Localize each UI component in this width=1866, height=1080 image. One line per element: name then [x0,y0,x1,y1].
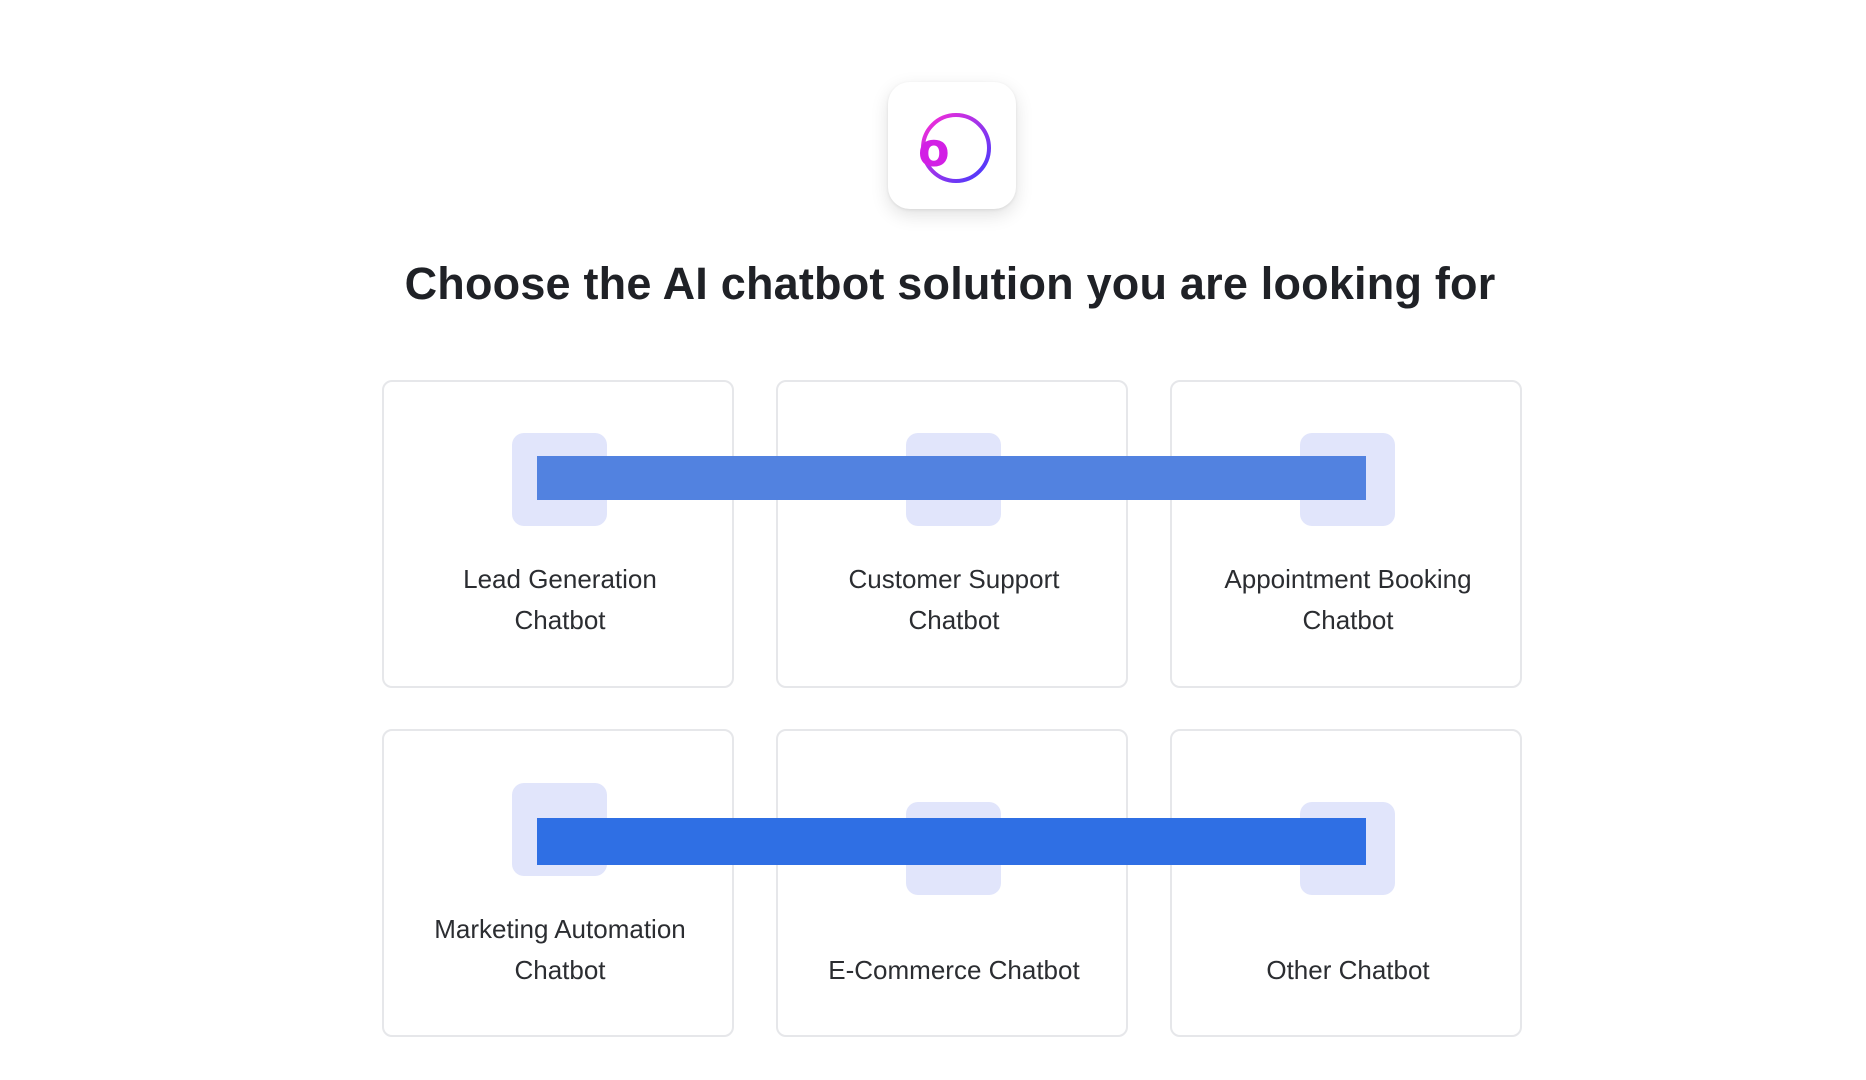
redaction-bar-bottom [537,818,1366,865]
svg-text:o: o [918,123,950,177]
option-card-marketing-automation[interactable]: Marketing Automation Chatbot [382,729,734,1037]
redaction-bar-top [537,456,1366,500]
option-label: Appointment Booking Chatbot [1224,564,1472,635]
option-label: Lead Generation Chatbot [463,564,657,635]
option-card-ecommerce[interactable]: E-Commerce Chatbot [776,729,1128,1037]
app-logo: o [888,82,1016,209]
option-label: Customer Support Chatbot [848,564,1060,635]
option-card-lead-generation[interactable]: Lead Generation Chatbot [382,380,734,688]
option-label: Marketing Automation Chatbot [434,914,686,985]
option-card-appointment-booking[interactable]: Appointment Booking Chatbot [1170,380,1522,688]
page-title: Choose the AI chatbot solution you are l… [404,258,1496,309]
option-card-other[interactable]: Other Chatbot [1170,729,1522,1037]
orbit-o-logo-icon: o [918,112,991,183]
option-card-customer-support[interactable]: Customer Support Chatbot [776,380,1128,688]
option-label: Other Chatbot [1266,955,1430,985]
chatbot-type-selection-page: o Choose the AI chatbot solution you are… [0,0,1866,1080]
option-label: E-Commerce Chatbot [828,955,1080,985]
